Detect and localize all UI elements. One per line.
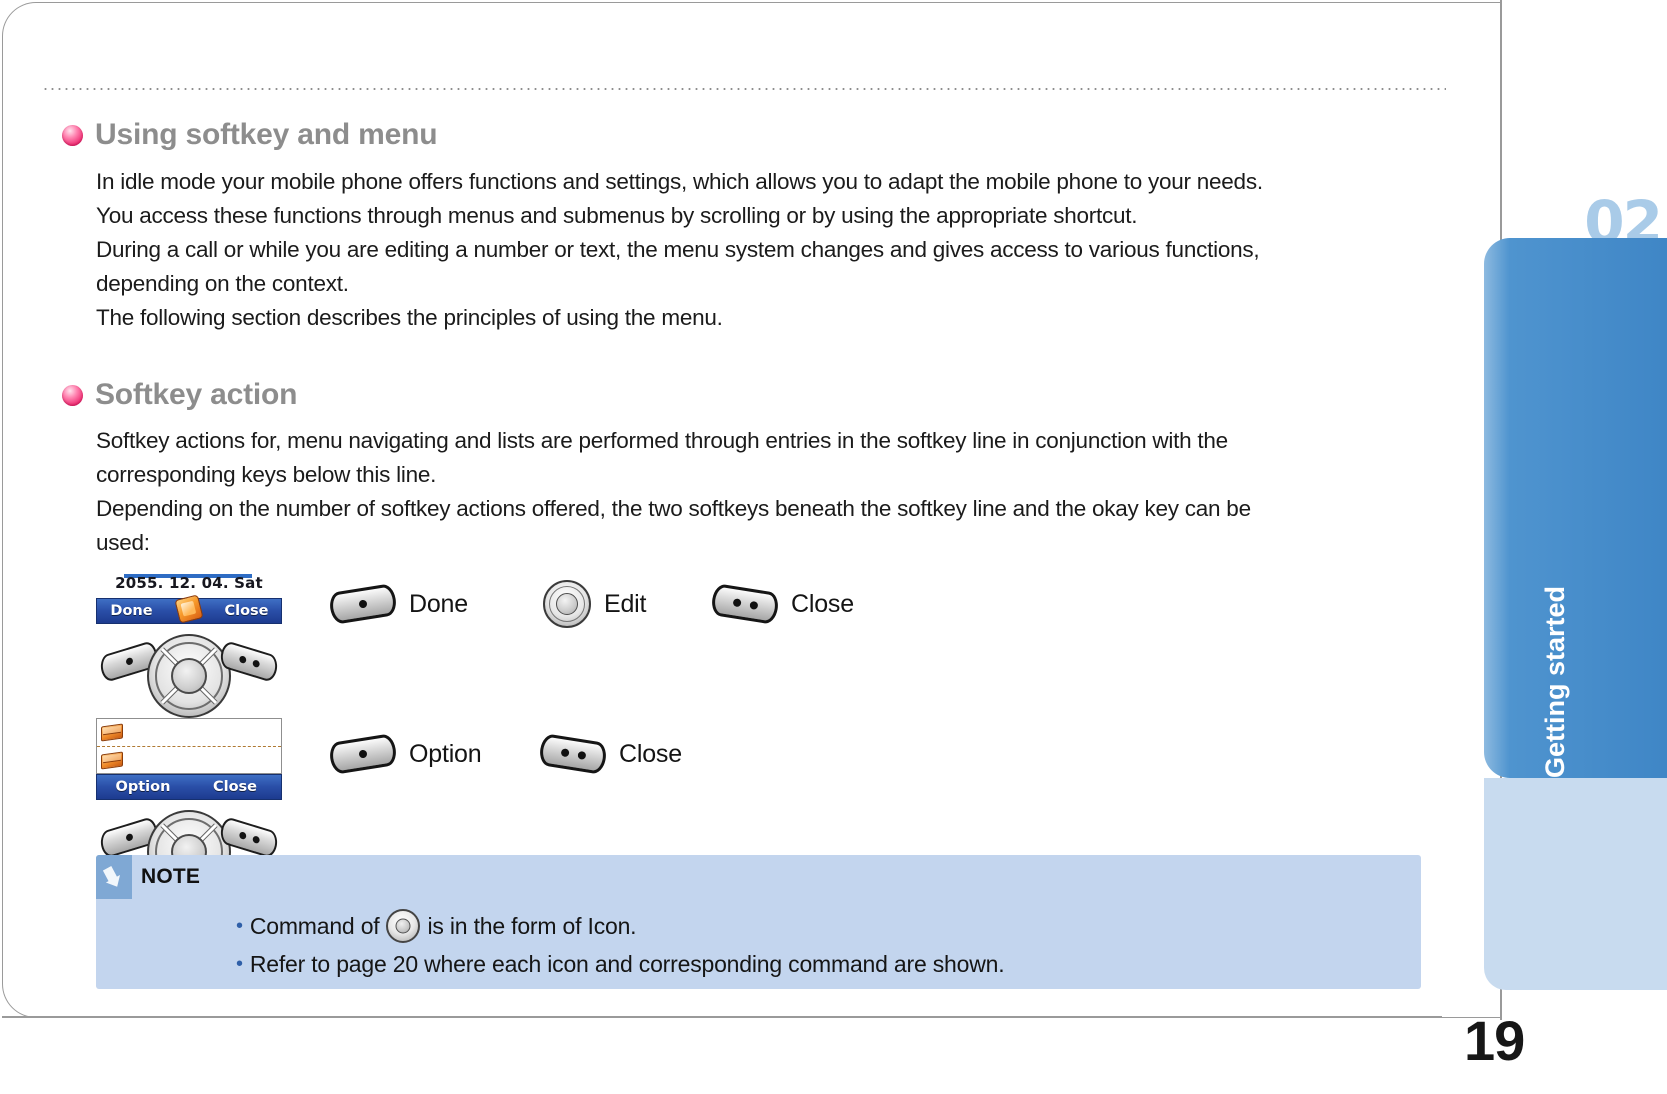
note-line-2-text: Refer to page 20 where each icon and cor… [249, 951, 1005, 977]
note-line-1-before: Command of [249, 912, 380, 939]
legend-item-done: Done [327, 583, 468, 625]
paragraph-line: In idle mode your mobile phone offers fu… [96, 169, 1263, 194]
screen-softkey-bar: Option Close [96, 774, 282, 800]
chapter-tab-label: Getting started [1540, 585, 1570, 778]
note-title: NOTE [141, 865, 201, 888]
note-arrow-icon [96, 855, 132, 899]
right-softkey-icon [709, 583, 781, 625]
key-cluster [96, 626, 282, 718]
manual-page: Using softkey and menu In idle mode your… [0, 0, 1667, 1094]
pencil-icon [174, 594, 204, 624]
bullet-glyph: • [236, 914, 243, 937]
chapter-tab[interactable]: Getting started [1484, 238, 1667, 778]
envelope-icon [101, 750, 123, 770]
section-heading-label: Using softkey and menu [95, 118, 438, 151]
legend-label: Close [619, 739, 682, 768]
right-softkey-icon [218, 639, 280, 684]
legend-item-close: Close [537, 733, 682, 775]
list-screen [96, 718, 282, 774]
bullet-glyph: • [236, 953, 243, 975]
note-line-1: • Command of is in the form of Icon. [236, 909, 637, 943]
list-item [97, 719, 281, 746]
bullet-dot-icon [62, 124, 83, 146]
idle-screen: 2055. 12. 04. Sat Done Close [96, 574, 282, 624]
note-line-2: • Refer to page 20 where each icon and c… [236, 951, 1005, 978]
list-item [97, 746, 281, 773]
right-softkey-icon [218, 815, 280, 860]
screen-softkey-bar: Done Close [96, 594, 282, 625]
left-softkey-icon [327, 583, 399, 625]
paragraph-line: Softkey actions for, menu navigating and… [96, 428, 1228, 453]
legend-label: Close [791, 589, 854, 618]
softkey-right-label: Close [224, 603, 269, 619]
bullet-dot-icon [62, 384, 83, 406]
paragraph-line: The following section describes the prin… [96, 305, 723, 330]
legend-label: Option [409, 739, 482, 768]
left-softkey-icon [327, 733, 399, 775]
paragraph-line: depending on the context. [96, 271, 349, 296]
paragraph-line: During a call or while you are editing a… [96, 237, 1260, 262]
okay-key-icon [386, 909, 421, 943]
paragraph-line: used: [96, 530, 150, 555]
screen-date-text: 2055. 12. 04. Sat [115, 574, 263, 592]
softkey-right-label: Close [212, 779, 258, 795]
legend-item-close: Close [709, 583, 854, 625]
note-line-1-after: is in the form of Icon. [427, 912, 637, 939]
legend-item-option: Option [327, 733, 482, 775]
section-2-body: Softkey actions for, menu navigating and… [96, 424, 1446, 560]
dotted-divider [42, 88, 1446, 90]
softkey-left-label: Done [110, 603, 153, 619]
paragraph-line: Depending on the number of softkey actio… [96, 496, 1251, 521]
legend-item-edit: Edit [543, 580, 646, 628]
section-heading-using-softkey-and-menu: Using softkey and menu [62, 118, 438, 152]
right-softkey-icon [537, 733, 609, 775]
legend-label: Edit [604, 589, 647, 618]
chapter-tab-tail [1484, 778, 1667, 990]
paragraph-line: You access these functions through menus… [96, 203, 1138, 228]
softkey-center-slot [166, 594, 212, 625]
okay-key-icon [147, 634, 231, 718]
legend-label: Done [409, 589, 468, 618]
envelope-icon [101, 723, 123, 742]
softkey-left-label: Option [115, 779, 171, 795]
page-bottom-rule [2, 1016, 1442, 1018]
paragraph-line: corresponding keys below this line. [96, 462, 437, 487]
note-box: NOTE • Command of is in the form of Icon… [96, 855, 1421, 989]
section-heading-softkey-action: Softkey action [62, 378, 297, 412]
idle-screen-mockup: 2055. 12. 04. Sat Done Close [96, 568, 282, 718]
page-number: 19 [1464, 1009, 1525, 1072]
section-1-body: In idle mode your mobile phone offers fu… [96, 165, 1446, 335]
okay-key-icon [543, 580, 591, 628]
section-heading-label: Softkey action [95, 378, 298, 411]
